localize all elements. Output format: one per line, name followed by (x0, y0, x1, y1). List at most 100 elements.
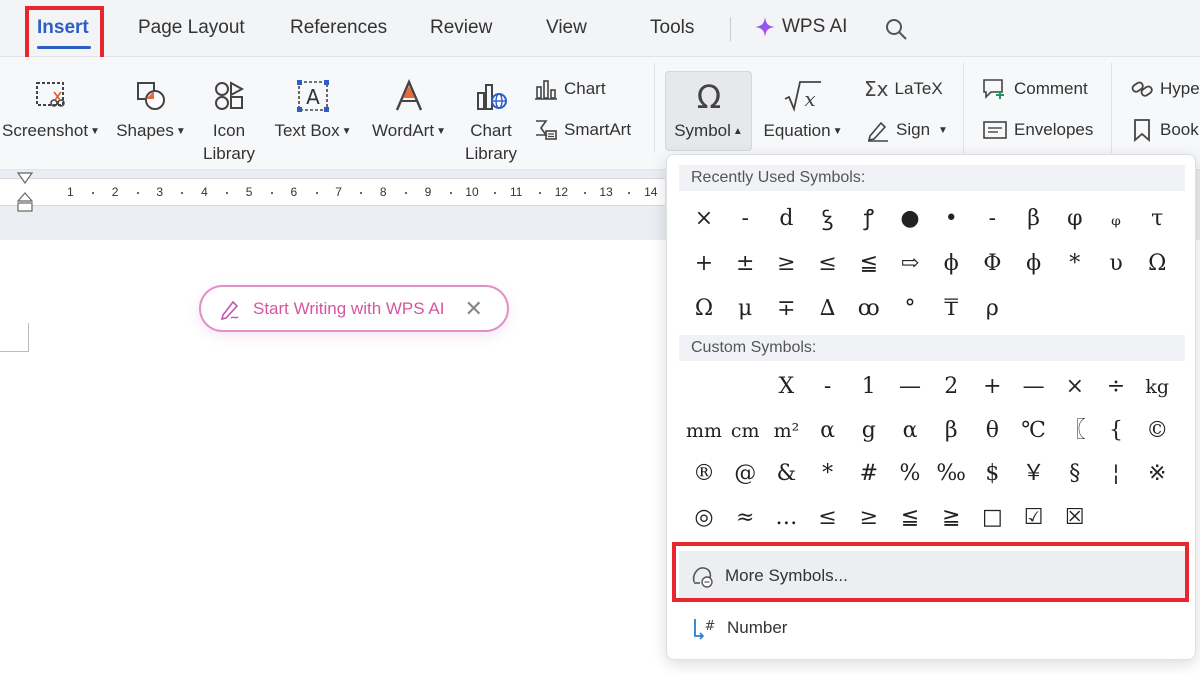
symbol-cell[interactable]: β (1014, 199, 1054, 239)
symbol-cell[interactable]: ∓ (766, 289, 806, 329)
symbol-cell[interactable]: - (972, 199, 1012, 239)
hyperlink-button[interactable]: Hype (1130, 77, 1200, 101)
symbol-cell[interactable]: ≥ (766, 244, 806, 284)
symbol-cell[interactable]: × (684, 199, 724, 239)
symbol-cell[interactable]: ® (684, 454, 724, 494)
symbol-cell[interactable]: @ (725, 454, 765, 494)
start-writing-ai-button[interactable]: Start Writing with WPS AI ✕ (199, 285, 509, 332)
symbol-cell[interactable]: ≧ (931, 498, 971, 538)
wordart-button[interactable]: WordArt ▼ (366, 79, 452, 143)
symbol-cell[interactable]: … (766, 498, 806, 538)
chart-library-button[interactable]: Chart Library (462, 79, 520, 165)
symbol-cell[interactable]: - (725, 199, 765, 239)
symbol-button[interactable]: Ω Symbol ▲ (665, 79, 752, 143)
symbol-cell[interactable]: ꝭ (849, 199, 889, 239)
tab-wps-ai[interactable]: WPS AI (754, 16, 847, 38)
symbol-cell[interactable]: β (931, 411, 971, 451)
symbol-cell[interactable]: ≤ (808, 498, 848, 538)
symbol-cell[interactable]: Ω (684, 289, 724, 329)
tab-tools[interactable]: Tools (650, 17, 694, 39)
symbol-cell[interactable]: ≦ (890, 498, 930, 538)
search-icon[interactable] (884, 17, 908, 41)
symbol-cell[interactable]: m² (766, 411, 806, 451)
symbol-cell[interactable]: ‰ (931, 454, 971, 494)
close-icon[interactable]: ✕ (464, 296, 482, 322)
symbol-cell[interactable]: { (1096, 411, 1136, 451)
symbol-cell[interactable]: © (1137, 411, 1177, 451)
chart-button[interactable]: Chart (534, 77, 606, 101)
symbol-cell[interactable]: — (1014, 367, 1054, 407)
comment-button[interactable]: Comment (982, 77, 1088, 101)
symbol-cell[interactable]: 2 (931, 367, 971, 407)
symbol-cell[interactable]: □ (972, 498, 1012, 538)
symbol-cell[interactable]: ° (890, 289, 930, 329)
symbol-cell[interactable]: ∆ (808, 289, 848, 329)
text-box-button[interactable]: A Text Box ▼ (270, 79, 356, 143)
symbol-cell[interactable]: # (849, 454, 889, 494)
symbol-cell[interactable]: X (766, 367, 806, 407)
symbol-cell[interactable]: ☒ (1055, 498, 1095, 538)
symbol-cell[interactable]: ϕ (931, 244, 971, 284)
envelopes-button[interactable]: Envelopes (982, 118, 1093, 142)
symbol-cell[interactable]: % (890, 454, 930, 494)
symbol-cell[interactable]: ¦ (1096, 454, 1136, 494)
bookmark-button[interactable]: Book (1130, 118, 1199, 142)
symbol-cell[interactable]: ≈ (725, 498, 765, 538)
symbol-cell[interactable]: & (766, 454, 806, 494)
symbol-cell[interactable]: — (890, 367, 930, 407)
symbol-cell[interactable]: d (766, 199, 806, 239)
smartart-button[interactable]: SmartArt (534, 118, 631, 142)
symbol-cell[interactable]: kg (1137, 367, 1177, 407)
symbol-cell[interactable]: ● (890, 199, 930, 239)
symbol-cell[interactable]: * (1055, 244, 1095, 284)
icon-library-button[interactable]: Icon Library (198, 79, 260, 165)
symbol-cell[interactable]: ☑ (1014, 498, 1054, 538)
symbol-cell[interactable]: + (684, 244, 724, 284)
symbol-cell[interactable]: 1 (849, 367, 889, 407)
tab-page-layout[interactable]: Page Layout (138, 17, 245, 39)
symbol-cell[interactable]: α (808, 411, 848, 451)
symbol-cell[interactable]: § (1055, 454, 1095, 494)
symbol-cell[interactable]: ◎ (684, 498, 724, 538)
symbol-cell[interactable]: Φ (972, 244, 1012, 284)
symbol-cell[interactable]: Ω (1137, 244, 1177, 284)
symbol-cell[interactable]: ≥ (849, 498, 889, 538)
symbol-cell[interactable]: ≤ (808, 244, 848, 284)
symbol-cell[interactable]: ※ (1137, 454, 1177, 494)
screenshot-button[interactable]: Screenshot ▼ (0, 79, 102, 143)
symbol-cell[interactable]: ⇨ (890, 244, 930, 284)
symbol-cell[interactable]: υ (1096, 244, 1136, 284)
equation-button[interactable]: x Equation ▼ (760, 79, 846, 143)
symbol-cell[interactable]: + (972, 367, 1012, 407)
latex-button[interactable]: Σx LaTeX (864, 77, 943, 101)
symbol-cell[interactable]: ꝏ (849, 289, 889, 329)
number-item[interactable]: # Number (679, 603, 1185, 653)
shapes-button[interactable]: Shapes ▼ (114, 79, 188, 143)
symbol-cell[interactable]: τ (1137, 199, 1177, 239)
symbol-cell[interactable]: mm (684, 411, 724, 451)
symbol-cell[interactable]: ᵩ (1096, 199, 1136, 239)
tab-review[interactable]: Review (430, 17, 492, 39)
symbol-cell[interactable]: ρ (972, 289, 1012, 329)
symbol-cell[interactable]: g (849, 411, 889, 451)
symbol-cell[interactable]: α (890, 411, 930, 451)
symbol-cell[interactable]: θ (972, 411, 1012, 451)
sign-button[interactable]: Sign ▼ (866, 118, 948, 142)
symbol-cell[interactable]: φ (1055, 199, 1095, 239)
tab-view[interactable]: View (546, 17, 587, 39)
symbol-cell[interactable]: - (808, 367, 848, 407)
indent-marker-icon[interactable] (16, 171, 34, 213)
symbol-cell[interactable]: × (1055, 367, 1095, 407)
symbol-cell[interactable]: ϕ (1014, 244, 1054, 284)
symbol-cell[interactable]: cm (725, 411, 765, 451)
symbol-cell[interactable]: ꝣ (808, 199, 848, 239)
tab-insert[interactable]: Insert (37, 17, 89, 39)
symbol-cell[interactable]: $ (972, 454, 1012, 494)
horizontal-ruler[interactable]: 1 2 3 4 5 6 7 8 9 10 11 12 13 14 (0, 178, 676, 206)
symbol-cell[interactable]: * (808, 454, 848, 494)
symbol-cell[interactable]: ￥ (1014, 454, 1054, 494)
symbol-cell[interactable]: • (931, 199, 971, 239)
symbol-cell[interactable]: μ (725, 289, 765, 329)
tab-references[interactable]: References (290, 17, 387, 39)
symbol-cell[interactable]: 〖 (1055, 411, 1095, 451)
